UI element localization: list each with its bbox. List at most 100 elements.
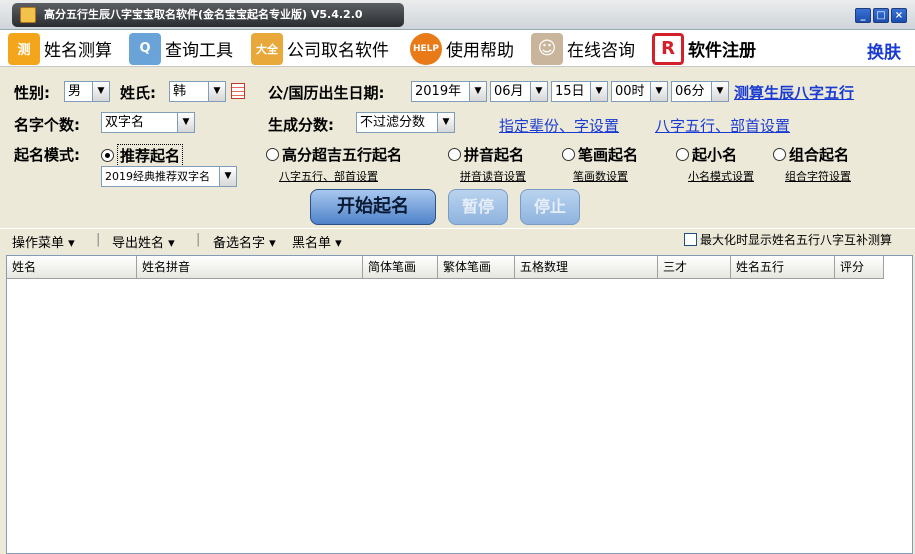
consultant-icon: ☺	[531, 32, 563, 65]
recommend-type-value: 2019经典推荐双字名	[105, 170, 210, 183]
maximize-show-checkbox[interactable]: 最大化时显示姓名五行八字互补测算	[684, 231, 892, 248]
menu-label: 软件注册	[688, 41, 756, 61]
hour-value: 00时	[615, 84, 645, 99]
score-value: 不过滤分数	[360, 115, 426, 130]
menu-online-consult[interactable]: ☺ 在线咨询	[531, 30, 635, 67]
minute-select[interactable]: 06分 ▼	[671, 81, 729, 102]
menu-label: 姓名测算	[44, 41, 112, 61]
radio-icon	[266, 148, 279, 161]
naming-form: 性别: 男 ▼ 姓氏: 韩 ▼ 公/国历出生日期: 2019年 ▼ 06月 ▼ 15日 ▼…	[0, 67, 915, 227]
chevron-down-icon: ▼	[92, 82, 109, 101]
day-value: 15日	[555, 84, 585, 99]
birth-date-label: 公/国历出生日期:	[268, 84, 385, 102]
column-header[interactable]: 三才	[658, 256, 731, 279]
chevron-down-icon: ▼	[219, 167, 236, 186]
name-count-value: 双字名	[105, 115, 145, 130]
menu-register[interactable]: R 软件注册	[652, 30, 756, 67]
nickname-setting-link[interactable]: 小名模式设置	[688, 168, 754, 184]
score-select[interactable]: 不过滤分数 ▼	[356, 112, 455, 133]
generation-setting-link[interactable]: 指定辈份、字设置	[499, 115, 619, 136]
menu-company-naming[interactable]: 大全 公司取名软件	[251, 30, 389, 67]
mode-stroke-radio[interactable]: 笔画起名	[562, 144, 638, 165]
menu-name-test[interactable]: 测 姓名测算	[8, 30, 112, 67]
year-select[interactable]: 2019年 ▼	[411, 81, 487, 102]
column-header[interactable]: 评分	[835, 256, 884, 279]
column-header[interactable]: 姓名	[7, 256, 137, 279]
candidate-names-menu[interactable]: 备选名字 ▾	[213, 232, 276, 251]
bazi-radical-setting-link[interactable]: 八字五行、部首设置	[655, 115, 790, 136]
column-header[interactable]: 姓名拼音	[137, 256, 363, 279]
maximize-button[interactable]: □	[873, 8, 889, 23]
menu-label: 备选名字	[213, 236, 266, 251]
export-names-menu[interactable]: 导出姓名 ▾	[112, 232, 175, 251]
month-select[interactable]: 06月 ▼	[490, 81, 548, 102]
mode-pinyin-radio[interactable]: 拼音起名	[448, 144, 524, 165]
menu-label: 操作菜单	[12, 236, 65, 251]
radio-icon	[562, 148, 575, 161]
results-table[interactable]: 姓名 姓名拼音 简体笔画 繁体笔画 五格数理 三才 姓名五行 评分	[6, 255, 913, 554]
calc-bazi-link[interactable]: 测算生辰八字五行	[734, 82, 854, 103]
mode-recommend-radio[interactable]: 推荐起名	[101, 144, 184, 167]
chevron-down-icon: ▼	[208, 82, 225, 101]
pause-button[interactable]: 暂停	[448, 189, 508, 225]
name-count-label: 名字个数:	[14, 116, 80, 134]
surname-list-icon[interactable]	[231, 83, 245, 99]
radio-icon	[773, 148, 786, 161]
column-header[interactable]: 姓名五行	[731, 256, 835, 279]
stop-button[interactable]: 停止	[520, 189, 580, 225]
column-header[interactable]: 繁体笔画	[438, 256, 515, 279]
skin-link[interactable]: 换肤	[867, 38, 901, 63]
start-naming-button[interactable]: 开始起名	[310, 189, 436, 225]
close-button[interactable]: ×	[891, 8, 907, 23]
blacklist-menu[interactable]: 黑名单 ▾	[292, 232, 342, 251]
menu-query-tools[interactable]: Q 查询工具	[129, 30, 233, 67]
year-value: 2019年	[415, 84, 462, 99]
pinyin-setting-link[interactable]: 拼音读音设置	[460, 168, 526, 184]
surname-label: 姓氏:	[120, 84, 156, 102]
window-title: 高分五行生辰八字宝宝取名软件(金名宝宝起名专业版) V5.4.2.0	[12, 3, 404, 27]
hour-select[interactable]: 00时 ▼	[611, 81, 668, 102]
operations-bar: 操作菜单 ▾ | 导出姓名 ▾ | 备选名字 ▾ 黑名单 ▾ 最大化时显示姓名五…	[0, 228, 915, 252]
mode-high-score-radio[interactable]: 高分超吉五行起名	[266, 144, 402, 165]
day-select[interactable]: 15日 ▼	[551, 81, 608, 102]
menu-label: 在线咨询	[567, 41, 635, 61]
mode-combine-radio[interactable]: 组合起名	[773, 144, 849, 165]
table-header: 姓名 姓名拼音 简体笔画 繁体笔画 五格数理 三才 姓名五行 评分	[7, 256, 884, 279]
minimize-button[interactable]: _	[855, 8, 871, 23]
radio-label: 笔画起名	[578, 146, 639, 164]
high-score-setting-link[interactable]: 八字五行、部首设置	[279, 168, 378, 184]
radio-label: 组合起名	[789, 146, 850, 164]
radio-label: 高分超吉五行起名	[282, 146, 403, 164]
gender-select[interactable]: 男 ▼	[64, 81, 110, 102]
score-label: 生成分数:	[268, 116, 334, 134]
separator: |	[96, 232, 101, 247]
mode-nickname-radio[interactable]: 起小名	[676, 144, 737, 165]
separator: |	[196, 232, 201, 247]
minute-value: 06分	[675, 84, 705, 99]
toolbar-menu: 测 姓名测算 Q 查询工具 大全 公司取名软件 HELP 使用帮助 ☺ 在线咨询…	[0, 30, 915, 67]
radio-label: 拼音起名	[464, 146, 525, 164]
chevron-down-icon: ▼	[711, 82, 728, 101]
combine-setting-link[interactable]: 组合字符设置	[785, 168, 851, 184]
menu-help[interactable]: HELP 使用帮助	[410, 30, 514, 67]
app-logo-icon	[20, 7, 36, 23]
radio-icon	[676, 148, 689, 161]
column-header[interactable]: 简体笔画	[363, 256, 438, 279]
surname-select[interactable]: 韩 ▼	[169, 81, 226, 102]
menu-label: 公司取名软件	[287, 41, 389, 61]
chevron-down-icon: ▼	[177, 113, 194, 132]
help-icon: HELP	[410, 32, 442, 65]
recommend-type-select[interactable]: 2019经典推荐双字名 ▼	[101, 166, 237, 187]
menu-label: 使用帮助	[446, 41, 514, 61]
name-test-icon: 测	[8, 32, 40, 65]
menu-label: 查询工具	[165, 41, 233, 61]
gender-value: 男	[68, 84, 82, 99]
stroke-setting-link[interactable]: 笔画数设置	[573, 168, 628, 184]
window-title-text: 高分五行生辰八字宝宝取名软件(金名宝宝起名专业版) V5.4.2.0	[44, 8, 363, 21]
magnifier-icon: Q	[129, 32, 161, 65]
name-count-select[interactable]: 双字名 ▼	[101, 112, 195, 133]
operations-menu[interactable]: 操作菜单 ▾	[12, 232, 75, 251]
column-header[interactable]: 五格数理	[515, 256, 658, 279]
title-bar[interactable]: 高分五行生辰八字宝宝取名软件(金名宝宝起名专业版) V5.4.2.0 _ □ ×	[0, 0, 915, 30]
menu-label: 黑名单	[292, 236, 332, 251]
